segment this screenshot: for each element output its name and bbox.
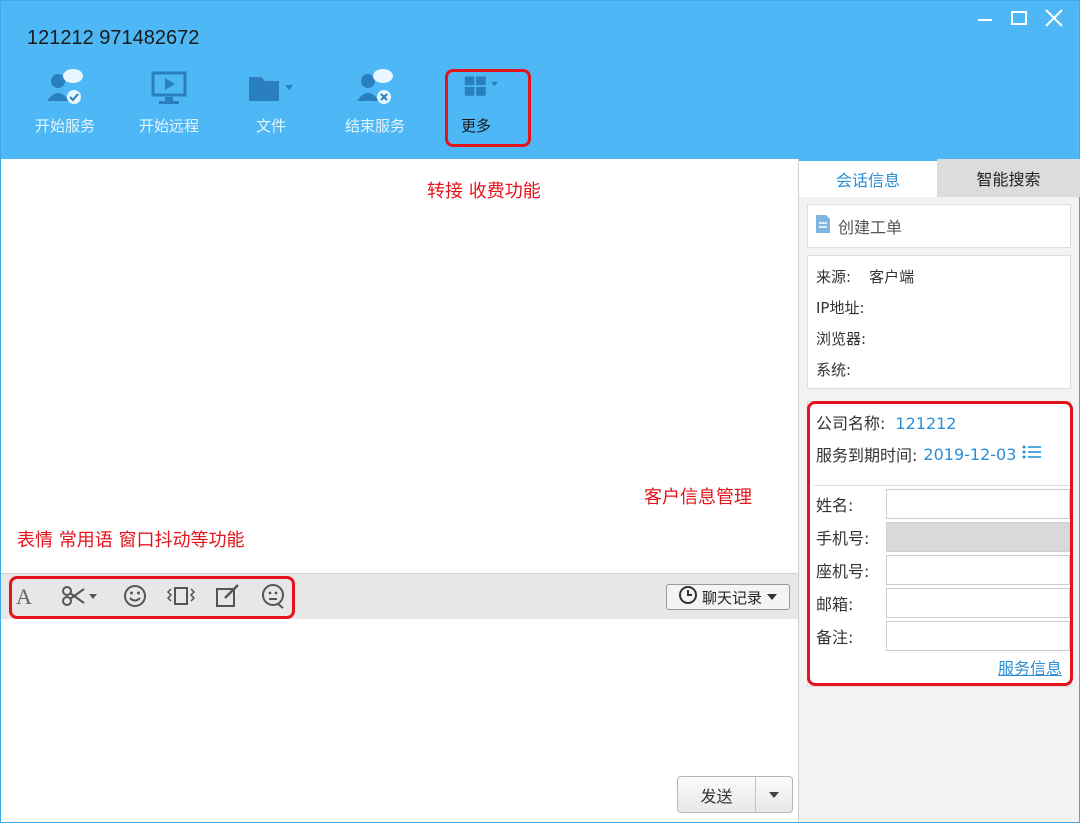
- emoji-icon[interactable]: [121, 582, 149, 610]
- window-controls: [975, 7, 1065, 33]
- quick-reply-icon[interactable]: [259, 582, 289, 610]
- chat-history-button[interactable]: 聊天记录: [666, 584, 790, 610]
- meta-ip: IP地址:: [816, 293, 1062, 324]
- note-input[interactable]: [886, 621, 1070, 651]
- company-row: 公司名称: 121212: [816, 410, 956, 434]
- mobile-label: 手机号:: [816, 529, 870, 548]
- send-options-button[interactable]: [756, 777, 792, 812]
- email-field: 邮箱:: [816, 588, 1072, 618]
- landline-label: 座机号:: [816, 562, 870, 581]
- start-service-icon: [25, 63, 105, 111]
- shake-icon[interactable]: [165, 582, 197, 610]
- edit-icon[interactable]: [213, 582, 243, 610]
- company-value: 121212: [895, 414, 957, 433]
- meta-source: 来源: 客户端: [816, 262, 1062, 293]
- note-field: 备注:: [816, 621, 1072, 651]
- file-label: 文件: [255, 117, 286, 135]
- annotation-more: 转接 收费功能: [427, 181, 541, 202]
- chat-history-label: 聊天记录: [701, 588, 762, 607]
- mobile-input[interactable]: [886, 522, 1070, 552]
- more-label: 更多: [461, 117, 492, 135]
- mobile-field: 手机号:: [816, 522, 1072, 552]
- session-meta: 来源: 客户端 IP地址: 浏览器: 系统:: [807, 255, 1071, 389]
- meta-browser: 浏览器:: [816, 324, 1062, 355]
- document-icon: [814, 214, 832, 238]
- meta-source-value: 客户端: [869, 268, 915, 286]
- divider: [814, 485, 1070, 486]
- meta-system-label: 系统:: [816, 361, 852, 379]
- meta-source-label: 来源:: [816, 268, 852, 286]
- maximize-icon[interactable]: [1009, 8, 1029, 32]
- clock-icon: [678, 585, 698, 609]
- file-button[interactable]: 文件: [231, 63, 311, 147]
- chevron-down-icon: [766, 588, 778, 606]
- start-service-label: 开始服务: [34, 117, 95, 135]
- name-input[interactable]: [886, 489, 1070, 519]
- start-remote-label: 开始远程: [138, 117, 199, 135]
- end-service-button[interactable]: 结束服务: [335, 63, 415, 147]
- meta-browser-label: 浏览器:: [816, 330, 867, 348]
- company-label: 公司名称:: [816, 414, 886, 433]
- tab-session-info[interactable]: 会话信息: [799, 159, 937, 197]
- font-icon[interactable]: A: [13, 582, 39, 610]
- email-label: 邮箱:: [816, 595, 854, 614]
- customer-info-box: 公司名称: 121212 服务到期时间: 2019-12-03 姓名: 手机号: 座…: [807, 401, 1071, 687]
- svg-text:A: A: [16, 584, 32, 608]
- scissors-icon[interactable]: [59, 582, 103, 610]
- minimize-icon[interactable]: [975, 8, 995, 32]
- right-panel: 会话信息 智能搜索 创建工单 来源: 客户端 IP地址: 浏览器: 系统: 公司名…: [798, 159, 1080, 822]
- annotation-tools: 表情 常用语 窗口抖动等功能: [17, 530, 245, 551]
- chevron-down-icon: [768, 785, 780, 804]
- note-label: 备注:: [816, 628, 854, 647]
- more-button[interactable]: 更多: [445, 63, 505, 147]
- expire-label: 服务到期时间:: [816, 446, 918, 465]
- window-title: 121212 971482672: [27, 27, 200, 49]
- close-icon[interactable]: [1043, 7, 1065, 33]
- right-tabs: 会话信息 智能搜索: [799, 159, 1080, 197]
- meta-ip-label: IP地址:: [816, 299, 865, 317]
- expire-value: 2019-12-03: [923, 444, 1017, 464]
- expire-row: 服务到期时间: 2019-12-03: [816, 442, 1042, 466]
- annotation-customer: 客户信息管理: [644, 487, 752, 508]
- start-service-button[interactable]: 开始服务: [25, 63, 105, 147]
- landline-input[interactable]: [886, 555, 1070, 585]
- start-remote-button[interactable]: 开始远程: [129, 63, 209, 147]
- create-order-label: 创建工单: [838, 218, 903, 237]
- grid-icon: [445, 63, 505, 111]
- remote-screen-icon: [129, 63, 209, 111]
- folder-icon: [231, 63, 311, 111]
- end-service-icon: [335, 63, 415, 111]
- service-info-link[interactable]: 服务信息: [998, 655, 1062, 679]
- name-label: 姓名:: [816, 496, 854, 515]
- landline-field: 座机号:: [816, 555, 1072, 585]
- tab-smart-search[interactable]: 智能搜索: [937, 159, 1080, 197]
- header-bar: 121212 971482672 开始服务 开始远程 文件 结束服务 更多: [1, 1, 1079, 159]
- end-service-label: 结束服务: [344, 117, 405, 135]
- message-area[interactable]: [1, 159, 798, 573]
- send-button[interactable]: 发送: [678, 777, 756, 812]
- send-group: 发送: [677, 776, 793, 813]
- email-input[interactable]: [886, 588, 1070, 618]
- name-field: 姓名:: [816, 489, 1072, 519]
- chat-window: 121212 971482672 开始服务 开始远程 文件 结束服务 更多 A …: [0, 0, 1080, 823]
- create-order-button[interactable]: 创建工单: [807, 204, 1071, 248]
- chat-toolbar: A 聊天记录: [1, 573, 798, 619]
- meta-system: 系统:: [816, 355, 1062, 386]
- list-icon[interactable]: [1022, 444, 1042, 464]
